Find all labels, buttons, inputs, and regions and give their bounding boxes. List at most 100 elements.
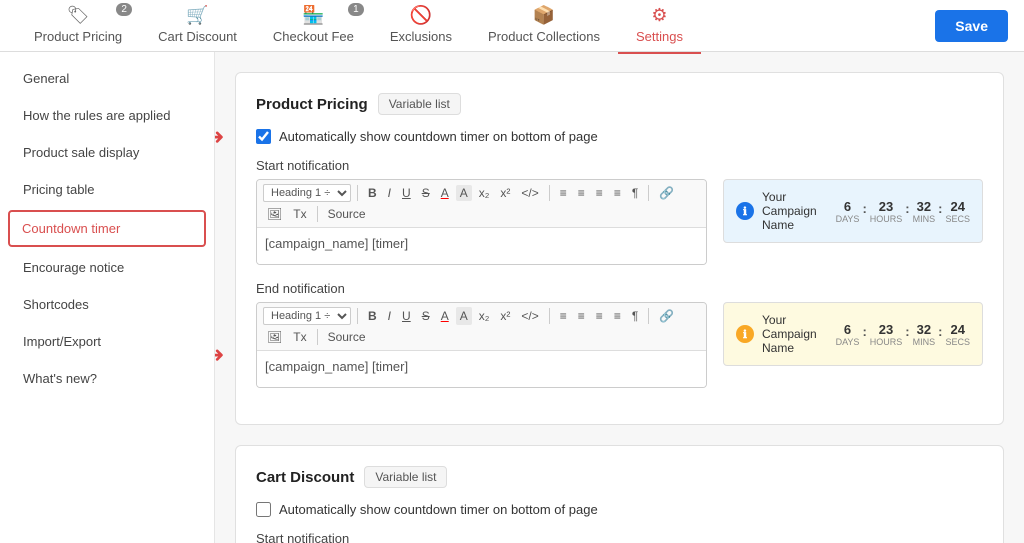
cart-start-notif-label: Start notification bbox=[256, 531, 983, 543]
indent-btn[interactable]: ¶ bbox=[628, 184, 642, 202]
end-toolbar: Heading 1 ÷ B I U S A A x₂ x² </> bbox=[257, 303, 706, 351]
sep5 bbox=[357, 308, 358, 324]
sidebar-item-how-rules[interactable]: How the rules are applied bbox=[0, 97, 214, 134]
sidebar-item-whats-new[interactable]: What's new? bbox=[0, 360, 214, 397]
product-pricing-header: Product Pricing Variable list bbox=[256, 93, 983, 115]
checkout-fee-icon: 🏪 bbox=[302, 5, 324, 26]
sidebar-item-countdown-timer[interactable]: Countdown timer bbox=[8, 210, 206, 247]
sidebar-item-encourage-notice[interactable]: Encourage notice bbox=[0, 249, 214, 286]
end-preview-icon: ℹ bbox=[736, 325, 754, 343]
end-align-left-btn[interactable]: ≡ bbox=[592, 307, 607, 325]
end-link-btn[interactable]: 🔗 bbox=[655, 307, 678, 325]
save-button[interactable]: Save bbox=[935, 10, 1008, 42]
end-underline-btn[interactable]: U bbox=[398, 307, 415, 325]
underline-btn[interactable]: U bbox=[398, 184, 415, 202]
nav-exclusions-label: Exclusions bbox=[390, 29, 452, 44]
nav-product-pricing[interactable]: 🏷 Product Pricing 2 bbox=[16, 0, 140, 54]
align-left-btn[interactable]: ≡ bbox=[592, 184, 607, 202]
clear-btn[interactable]: Tx bbox=[289, 205, 310, 223]
end-image-btn[interactable]: 🖼 bbox=[263, 328, 286, 346]
product-pricing-section: Product Pricing Variable list ➜ Automati… bbox=[235, 72, 1004, 425]
end-indent-btn[interactable]: ¶ bbox=[628, 307, 642, 325]
timer-mins: 32 MINS bbox=[913, 199, 936, 224]
end-source-btn[interactable]: Source bbox=[324, 328, 370, 346]
start-editor-body[interactable]: [campaign_name] [timer] bbox=[257, 228, 706, 264]
nav-checkout-fee[interactable]: 🏪 Checkout Fee 1 bbox=[255, 0, 372, 54]
product-pricing-variable-btn[interactable]: Variable list bbox=[378, 93, 461, 115]
cart-discount-checkbox-row: Automatically show countdown timer on bo… bbox=[256, 502, 983, 517]
product-pricing-checkbox[interactable] bbox=[256, 129, 271, 144]
end-italic-btn[interactable]: I bbox=[384, 307, 395, 325]
cart-discount-checkbox[interactable] bbox=[256, 502, 271, 517]
end-preview-name: Your Campaign Name bbox=[762, 313, 828, 355]
product-pricing-checkbox-label[interactable]: Automatically show countdown timer on bo… bbox=[279, 129, 598, 144]
main-layout: General How the rules are applied Produc… bbox=[0, 52, 1024, 543]
timer-days: 6 DAYS bbox=[836, 199, 860, 224]
nav-product-pricing-label: Product Pricing bbox=[34, 29, 122, 44]
checkout-fee-badge: 1 bbox=[348, 3, 364, 16]
end-strike-btn[interactable]: S bbox=[418, 307, 434, 325]
sidebar-item-product-sale[interactable]: Product sale display bbox=[0, 134, 214, 171]
nav-cart-discount[interactable]: 🛒 Cart Discount bbox=[140, 0, 255, 54]
timer-hours: 23 HOURS bbox=[870, 199, 903, 224]
end-clear-btn[interactable]: Tx bbox=[289, 328, 310, 346]
sidebar-item-import-export[interactable]: Import/Export bbox=[0, 323, 214, 360]
code-btn[interactable]: </> bbox=[517, 184, 542, 202]
nav-settings[interactable]: ⚙ Settings bbox=[618, 0, 701, 54]
end-sub-btn[interactable]: x₂ bbox=[475, 307, 494, 325]
content-area: Product Pricing Variable list ➜ Automati… bbox=[215, 52, 1024, 543]
nav-product-collections-label: Product Collections bbox=[488, 29, 600, 44]
start-toolbar: Heading 1 ÷ B I U S A A x₂ x² </> bbox=[257, 180, 706, 228]
ul-btn[interactable]: ≡ bbox=[574, 184, 589, 202]
end-heading-select[interactable]: Heading 1 ÷ bbox=[263, 307, 351, 325]
ol-btn[interactable]: ≡ bbox=[556, 184, 571, 202]
product-pricing-icon: 🏷 bbox=[67, 5, 90, 26]
product-collections-icon: 📦 bbox=[533, 5, 555, 26]
end-notification-block: End notification ➜ Heading 1 ÷ B I U S bbox=[256, 281, 983, 388]
end-sup-btn[interactable]: x² bbox=[496, 307, 514, 325]
end-ul-btn[interactable]: ≡ bbox=[574, 307, 589, 325]
end-editor-wrap: ➜ Heading 1 ÷ B I U S A A x bbox=[256, 302, 707, 388]
align-right-btn[interactable]: ≡ bbox=[610, 184, 625, 202]
font-color-btn[interactable]: A bbox=[437, 184, 453, 202]
end-preview: ℹ Your Campaign Name 6 DAYS : 23 HOURS bbox=[723, 302, 983, 366]
end-code-btn[interactable]: </> bbox=[517, 307, 542, 325]
arrow-1: ➜ bbox=[215, 124, 224, 150]
end-notif-label: End notification bbox=[256, 281, 983, 296]
end-font-color-btn[interactable]: A bbox=[437, 307, 453, 325]
cart-discount-title: Cart Discount bbox=[256, 469, 354, 486]
bold-btn[interactable]: B bbox=[364, 184, 381, 202]
settings-icon: ⚙ bbox=[651, 5, 667, 26]
nav-exclusions[interactable]: 🚫 Exclusions bbox=[372, 0, 470, 54]
sidebar-item-pricing-table[interactable]: Pricing table bbox=[0, 171, 214, 208]
link-btn[interactable]: 🔗 bbox=[655, 184, 678, 202]
end-bg-color-btn[interactable]: A bbox=[456, 307, 472, 325]
sep8 bbox=[317, 329, 318, 345]
nav-checkout-fee-label: Checkout Fee bbox=[273, 29, 354, 44]
cart-discount-icon: 🛒 bbox=[186, 5, 208, 26]
start-editor: Heading 1 ÷ B I U S A A x₂ x² </> bbox=[256, 179, 707, 265]
start-preview-name: Your Campaign Name bbox=[762, 190, 828, 232]
start-heading-select[interactable]: Heading 1 ÷ bbox=[263, 184, 351, 202]
sep1 bbox=[357, 185, 358, 201]
cart-discount-checkbox-label[interactable]: Automatically show countdown timer on bo… bbox=[279, 502, 598, 517]
nav-items: 🏷 Product Pricing 2 🛒 Cart Discount 🏪 Ch… bbox=[16, 0, 935, 54]
end-align-right-btn[interactable]: ≡ bbox=[610, 307, 625, 325]
end-ol-btn[interactable]: ≡ bbox=[556, 307, 571, 325]
source-btn[interactable]: Source bbox=[324, 205, 370, 223]
end-editor-body[interactable]: [campaign_name] [timer] bbox=[257, 351, 706, 387]
italic-btn[interactable]: I bbox=[384, 184, 395, 202]
image-btn[interactable]: 🖼 bbox=[263, 205, 286, 223]
sup-btn[interactable]: x² bbox=[496, 184, 514, 202]
sidebar-item-shortcodes[interactable]: Shortcodes bbox=[0, 286, 214, 323]
cart-discount-variable-btn[interactable]: Variable list bbox=[364, 466, 447, 488]
sidebar-item-general[interactable]: General bbox=[0, 60, 214, 97]
start-editor-wrap: Heading 1 ÷ B I U S A A x₂ x² </> bbox=[256, 179, 707, 265]
timer-secs: 24 SECS bbox=[945, 199, 970, 224]
end-bold-btn[interactable]: B bbox=[364, 307, 381, 325]
nav-product-collections[interactable]: 📦 Product Collections bbox=[470, 0, 618, 54]
sub-btn[interactable]: x₂ bbox=[475, 184, 494, 202]
sep4 bbox=[317, 206, 318, 222]
strike-btn[interactable]: S bbox=[418, 184, 434, 202]
bg-color-btn[interactable]: A bbox=[456, 185, 472, 201]
